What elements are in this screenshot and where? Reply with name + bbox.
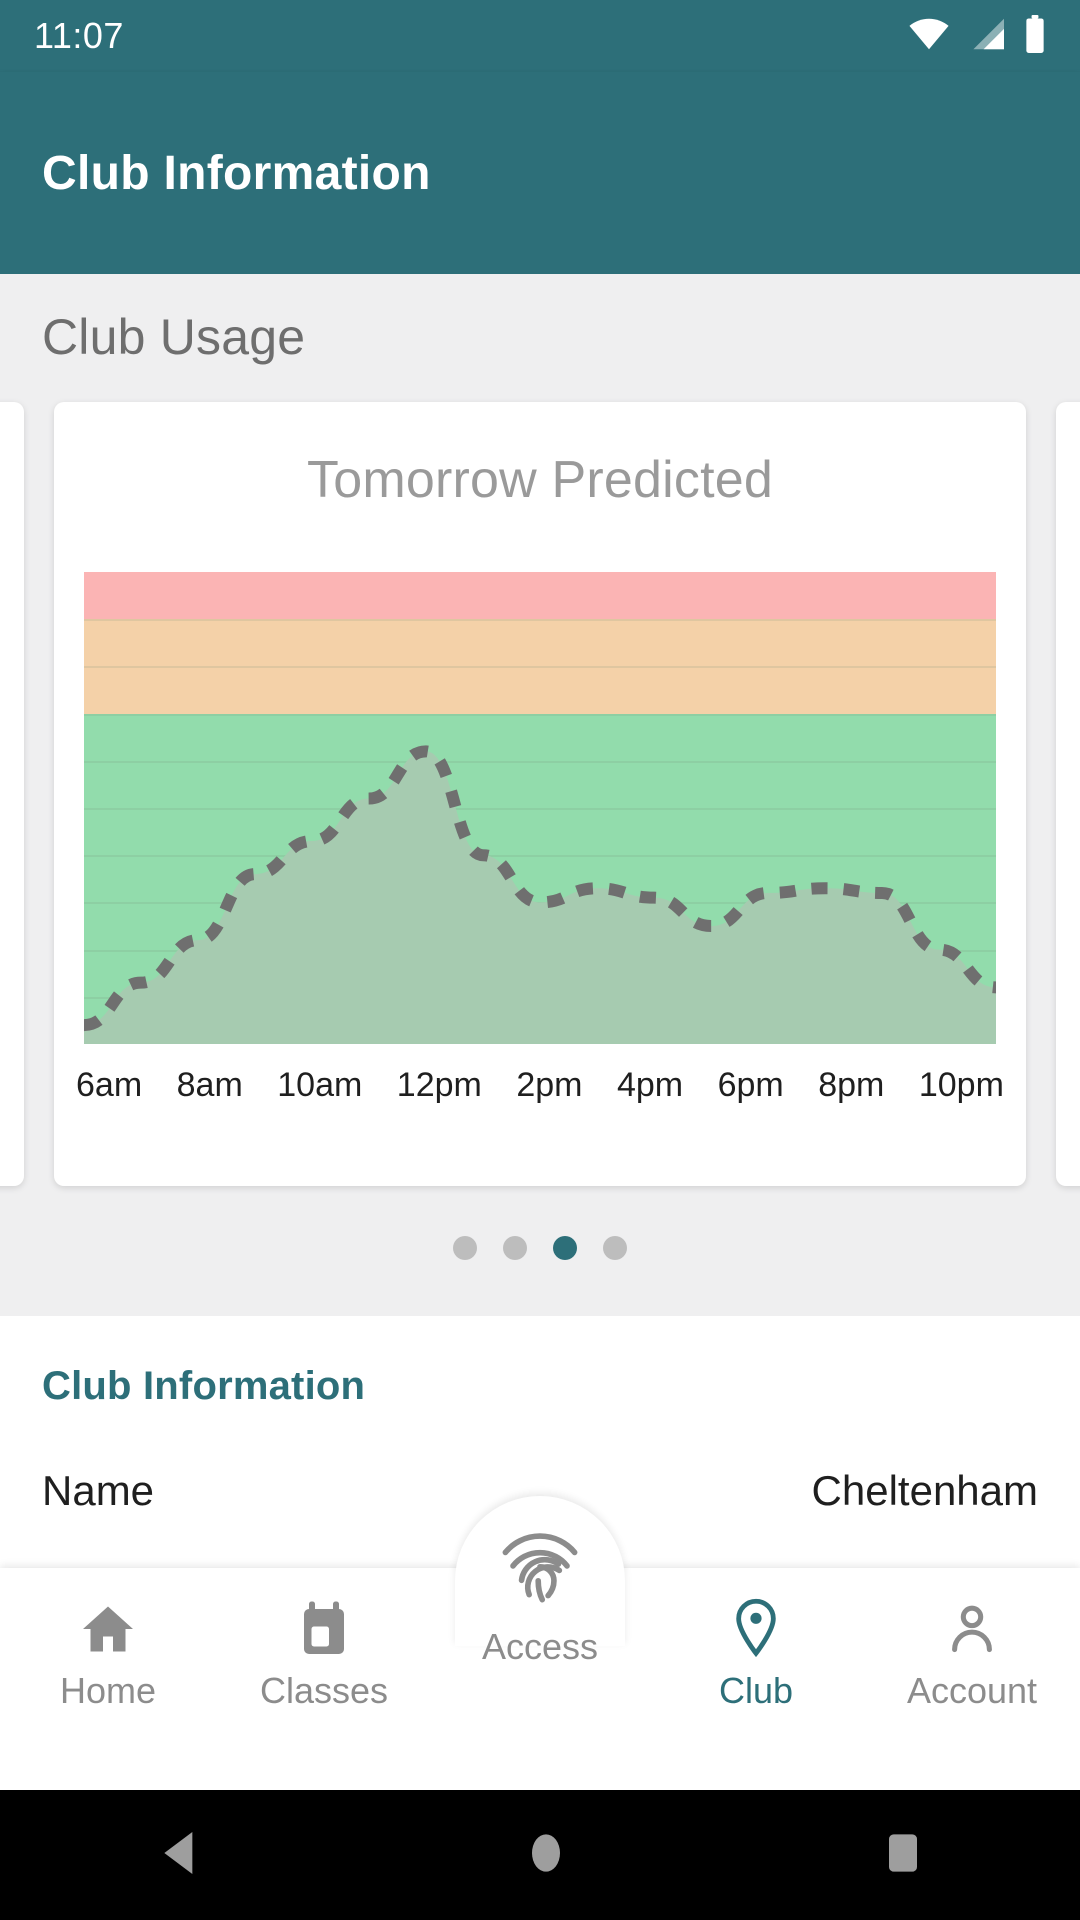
pager-dot-2[interactable] [553, 1236, 577, 1260]
x-tick-label-8: 10pm [918, 1066, 1004, 1104]
wifi-icon [908, 17, 950, 56]
x-tick-label-5: 4pm [616, 1066, 684, 1104]
status-bar-clock: 11:07 [34, 15, 124, 56]
pager-dot-3[interactable] [603, 1236, 627, 1260]
home-icon [78, 1594, 138, 1664]
page-title: Club Information [42, 146, 431, 200]
calendar-icon [296, 1594, 352, 1664]
home-button[interactable] [522, 1825, 570, 1886]
nav-label-club: Club [718, 1670, 794, 1711]
chart-title: Tomorrow Predicted [307, 451, 773, 509]
nav-label-access: Access [481, 1626, 599, 1667]
nav-label-account: Account [906, 1670, 1038, 1711]
back-button[interactable] [155, 1825, 211, 1886]
android-navigation-bar [0, 1790, 1080, 1920]
carousel-pager[interactable] [0, 1192, 1080, 1260]
nav-label-classes: Classes [259, 1670, 389, 1711]
person-icon [943, 1594, 1001, 1664]
location-pin-icon [729, 1594, 783, 1664]
pager-dot-0[interactable] [453, 1236, 477, 1260]
recents-button[interactable] [881, 1825, 925, 1886]
club-usage-heading: Club Usage [42, 309, 306, 365]
nav-label-home: Home [59, 1670, 157, 1711]
carousel-card-previous[interactable] [0, 402, 24, 1186]
nav-item-classes[interactable]: Classes [216, 1568, 432, 1712]
nav-item-access[interactable]: Access [432, 1533, 648, 1668]
x-tick-label-7: 8pm [818, 1066, 885, 1104]
x-tick-label-3: 12pm [396, 1066, 482, 1104]
club-information-section: Club Information Name Cheltenham [0, 1316, 1080, 1515]
club-information-heading: Club Information [42, 1364, 366, 1408]
x-tick-label-2: 10am [277, 1066, 363, 1104]
club-usage-section: Club Usage Tomorrow Predicted 6am 8am 10am… [0, 274, 1080, 1316]
usage-carousel[interactable]: Tomorrow Predicted 6am 8am 10am 12pm 2pm 4pm 6… [0, 402, 1080, 1192]
usage-chart [84, 572, 996, 1044]
chart-x-axis: 6am 8am 10am 12pm 2pm 4pm 6pm 8pm 10pm [76, 1066, 1004, 1105]
x-tick-label-6: 6pm [717, 1066, 784, 1104]
carousel-card-next[interactable] [1056, 402, 1080, 1186]
info-row-value: Cheltenham [811, 1467, 1038, 1514]
cellular-signal-icon [968, 17, 1006, 56]
pager-dot-1[interactable] [503, 1236, 527, 1260]
status-bar-icons [908, 14, 1046, 58]
app-bar: Club Information [0, 72, 1080, 274]
nav-item-club[interactable]: Club [648, 1568, 864, 1712]
x-tick-label-1: 8am [176, 1066, 243, 1104]
nav-item-account[interactable]: Account [864, 1568, 1080, 1712]
chart-area-fill [84, 751, 996, 1044]
x-tick-label-4: 2pm [516, 1066, 583, 1104]
x-tick-label-0: 6am [76, 1066, 143, 1104]
status-bar: 11:07 [0, 0, 1080, 72]
chart-plot-area [84, 572, 996, 1044]
fingerprint-icon [486, 1510, 594, 1620]
bottom-navigation: Home Classes Access Club Account [0, 1496, 1080, 1790]
info-row-label: Name [42, 1467, 155, 1514]
battery-icon [1024, 14, 1046, 58]
nav-item-home[interactable]: Home [0, 1568, 216, 1712]
chart-series-svg [84, 572, 996, 1044]
carousel-card-active[interactable]: Tomorrow Predicted 6am 8am 10am 12pm 2pm 4pm 6… [54, 402, 1026, 1186]
